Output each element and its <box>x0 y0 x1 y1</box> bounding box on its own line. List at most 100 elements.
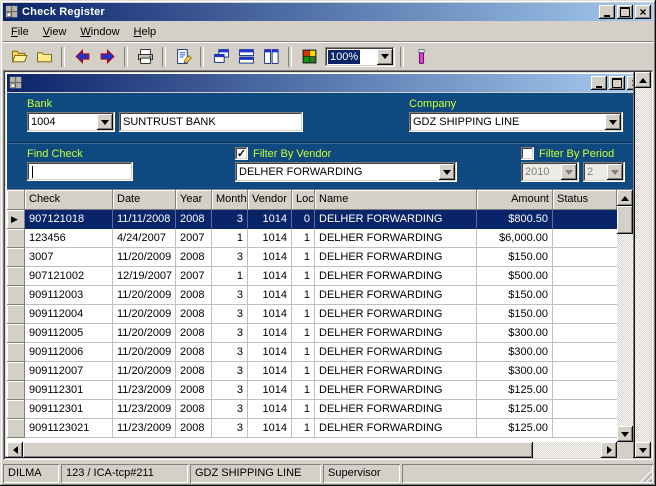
table-row[interactable]: ▶90712101811/11/20082008310140DELHER FOR… <box>7 210 617 229</box>
scroll-down-button[interactable] <box>617 426 633 442</box>
company-combo[interactable]: GDZ SHIPPING LINE <box>409 112 623 132</box>
row-selector[interactable] <box>7 286 25 305</box>
column-header-status[interactable]: Status <box>553 190 617 210</box>
column-header-amount[interactable]: Amount <box>477 190 553 210</box>
menu-item-window[interactable]: Window <box>73 24 126 40</box>
maximize-button[interactable] <box>617 5 633 19</box>
tile-horizontal-button[interactable] <box>234 45 258 69</box>
previous-button[interactable] <box>70 45 94 69</box>
row-selector[interactable] <box>7 305 25 324</box>
child-close-button[interactable]: × <box>627 76 633 90</box>
child-minimize-button[interactable] <box>591 76 607 90</box>
column-header-month[interactable]: Month <box>212 190 248 210</box>
vertical-scroll-track[interactable] <box>617 234 633 426</box>
previous-arrow-icon <box>74 48 91 65</box>
row-selector[interactable] <box>7 324 25 343</box>
cell-date: 12/19/2007 <box>113 267 176 286</box>
column-header-check[interactable]: Check <box>25 190 113 210</box>
row-selector[interactable] <box>7 362 25 381</box>
print-button[interactable] <box>133 45 157 69</box>
scroll-left-button[interactable] <box>7 442 23 458</box>
column-header-vendor[interactable]: Vendor <box>248 190 292 210</box>
period-month-combo[interactable]: 2 <box>583 162 625 182</box>
cell-name: DELHER FORWARDING <box>315 324 477 343</box>
arrow-left-icon <box>9 446 18 454</box>
scroll-up-button[interactable] <box>617 190 633 206</box>
zoom-combo[interactable]: 100% <box>325 47 395 67</box>
zoom-dropdown-button[interactable] <box>377 49 393 65</box>
column-tool-button[interactable] <box>409 45 433 69</box>
cell-name: DELHER FORWARDING <box>315 305 477 324</box>
bank-name-field[interactable] <box>122 115 300 129</box>
row-selector[interactable] <box>7 381 25 400</box>
column-header-name[interactable]: Name <box>315 190 477 210</box>
cell-status <box>553 229 617 248</box>
column-header-loc[interactable]: Loc <box>292 190 315 210</box>
colors-button[interactable] <box>297 45 321 69</box>
cascade-windows-button[interactable] <box>209 45 233 69</box>
menu-item-help[interactable]: Help <box>127 24 164 40</box>
tile-vertical-button[interactable] <box>259 45 283 69</box>
open-button[interactable] <box>7 45 31 69</box>
folder-button[interactable] <box>32 45 56 69</box>
filter-by-vendor-checkbox[interactable]: ✓ <box>235 147 248 160</box>
table-row[interactable]: 90911230111/23/20092008310141DELHER FORW… <box>7 400 617 419</box>
row-selector[interactable] <box>7 229 25 248</box>
status-user: DILMA <box>3 464 59 483</box>
resize-grip-icon[interactable] <box>639 469 652 482</box>
row-selector[interactable] <box>7 419 25 438</box>
cell-amount: $125.00 <box>477 400 553 419</box>
mdi-scroll-down-button[interactable] <box>635 442 651 458</box>
table-row[interactable]: 90911200411/20/20092008310141DELHER FORW… <box>7 305 617 324</box>
table-row[interactable]: 90712100212/19/20072007110141DELHER FORW… <box>7 267 617 286</box>
edit-report-button[interactable] <box>171 45 195 69</box>
table-row[interactable]: 90911230111/23/20092008310141DELHER FORW… <box>7 381 617 400</box>
next-button[interactable] <box>95 45 119 69</box>
child-maximize-button[interactable] <box>609 76 625 90</box>
table-row[interactable]: 909112302111/23/20092008310141DELHER FOR… <box>7 419 617 438</box>
title-bar[interactable]: Check Register × <box>3 3 653 21</box>
table-row[interactable]: 90911200711/20/20092008310141DELHER FORW… <box>7 362 617 381</box>
toolbar-separator <box>61 47 65 67</box>
cell-loc: 1 <box>292 248 315 267</box>
row-selector[interactable] <box>7 267 25 286</box>
grid-horizontal-scrollbar[interactable] <box>7 442 617 458</box>
table-row[interactable]: 90911200611/20/20092008310141DELHER FORW… <box>7 343 617 362</box>
mdi-vertical-scrollbar[interactable] <box>635 72 651 458</box>
horizontal-scroll-thumb[interactable] <box>23 442 533 458</box>
row-selector[interactable] <box>7 400 25 419</box>
vendor-combo-dropdown-button[interactable] <box>439 164 455 180</box>
bank-combo[interactable]: 1004 <box>27 112 115 132</box>
scroll-right-button[interactable] <box>601 442 617 458</box>
cell-status <box>553 324 617 343</box>
table-row[interactable]: 90911200311/20/20092008310141DELHER FORW… <box>7 286 617 305</box>
menu-item-file[interactable]: File <box>4 24 36 40</box>
company-combo-dropdown-button[interactable] <box>605 114 621 130</box>
table-row[interactable]: 300711/20/20092008310141DELHER FORWARDIN… <box>7 248 617 267</box>
filter-by-period-checkbox[interactable]: ✓ <box>521 147 534 160</box>
horizontal-scroll-track[interactable] <box>23 442 601 458</box>
close-button[interactable]: × <box>635 5 651 19</box>
row-selector[interactable] <box>7 343 25 362</box>
child-title-bar[interactable]: × <box>7 74 633 92</box>
row-selector[interactable]: ▶ <box>7 210 25 229</box>
cell-vendor: 1014 <box>248 305 292 324</box>
grid-vertical-scrollbar[interactable] <box>617 190 633 442</box>
period-year-dropdown-button[interactable] <box>561 164 577 180</box>
row-selector[interactable] <box>7 248 25 267</box>
column-header-year[interactable]: Year <box>176 190 212 210</box>
mdi-scroll-track[interactable] <box>635 88 651 442</box>
menu-item-view[interactable]: View <box>36 24 74 40</box>
find-check-input[interactable] <box>30 165 130 178</box>
bank-combo-dropdown-button[interactable] <box>97 114 113 130</box>
minimize-button[interactable] <box>599 5 615 19</box>
period-year-combo[interactable]: 2010 <box>521 162 579 182</box>
mdi-scroll-up-button[interactable] <box>635 72 651 88</box>
table-row[interactable]: 1234564/24/20072007110141DELHER FORWARDI… <box>7 229 617 248</box>
column-header-date[interactable]: Date <box>113 190 176 210</box>
vendor-combo[interactable]: DELHER FORWARDING <box>235 162 457 182</box>
table-row[interactable]: 90911200511/20/20092008310141DELHER FORW… <box>7 324 617 343</box>
period-month-dropdown-button[interactable] <box>607 164 623 180</box>
vertical-scroll-thumb[interactable] <box>617 206 633 234</box>
find-check-label: Find Check <box>27 148 83 160</box>
